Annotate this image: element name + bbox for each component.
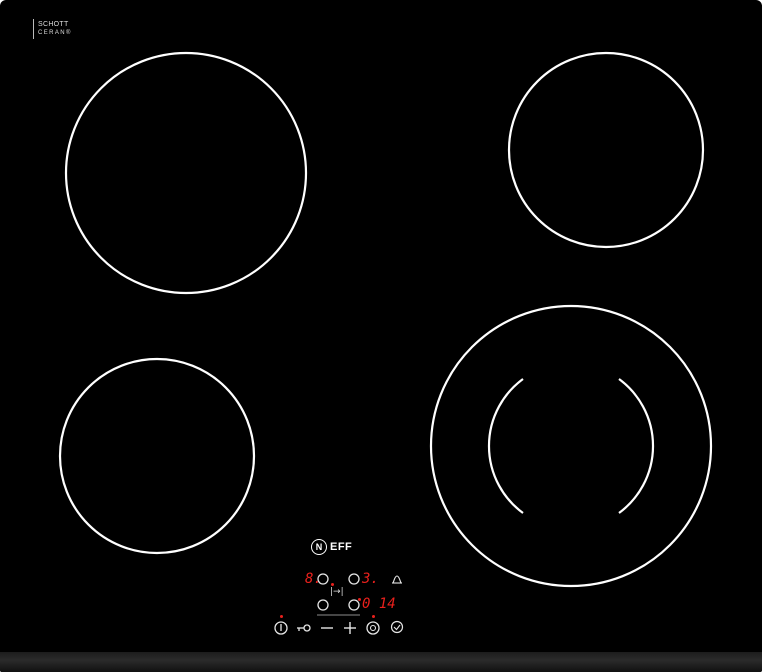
zone-indicator-dot — [331, 583, 334, 586]
front-right-dual-zone-inner-arc-left — [487, 378, 524, 514]
brand-word: EFF — [330, 541, 353, 553]
clock-icon[interactable] — [390, 620, 404, 634]
power-level-display-right: 3. — [362, 571, 379, 587]
brand-badge: N — [311, 539, 327, 555]
power-indicator-dot — [280, 615, 283, 618]
zone-indicator-dot — [358, 598, 361, 601]
ceramic-hob: SCHOTT CERAN® N EFF 8. 3. 0 14 |→| — [0, 0, 762, 672]
cooking-zones-layer — [58, 51, 713, 635]
timer-indicator-dot — [372, 615, 375, 618]
zone-select-ring-icon[interactable] — [317, 599, 329, 611]
front-right-dual-zone-inner-arc-right — [618, 378, 655, 514]
zone-select-ring-icon[interactable] — [348, 573, 360, 585]
front-left-large-zone — [64, 51, 308, 295]
bell-icon[interactable] — [392, 575, 402, 584]
hob-front-edge — [0, 652, 762, 672]
power-level-display-left: 8. — [305, 571, 322, 587]
child-lock-key-icon[interactable] — [297, 624, 311, 632]
neff-brand-logo: N EFF — [311, 538, 352, 556]
plus-icon[interactable] — [344, 622, 356, 634]
timer-display: 0 14 — [362, 596, 396, 612]
rear-right-zone — [507, 51, 705, 249]
rear-left-zone — [58, 357, 256, 555]
zone-select-ring-icon[interactable] — [348, 599, 360, 611]
front-right-dual-zone-outer — [429, 304, 713, 588]
power-icon[interactable] — [274, 621, 288, 635]
timer-key-label: |→| — [330, 587, 344, 597]
timer-dial-icon[interactable] — [366, 621, 380, 635]
